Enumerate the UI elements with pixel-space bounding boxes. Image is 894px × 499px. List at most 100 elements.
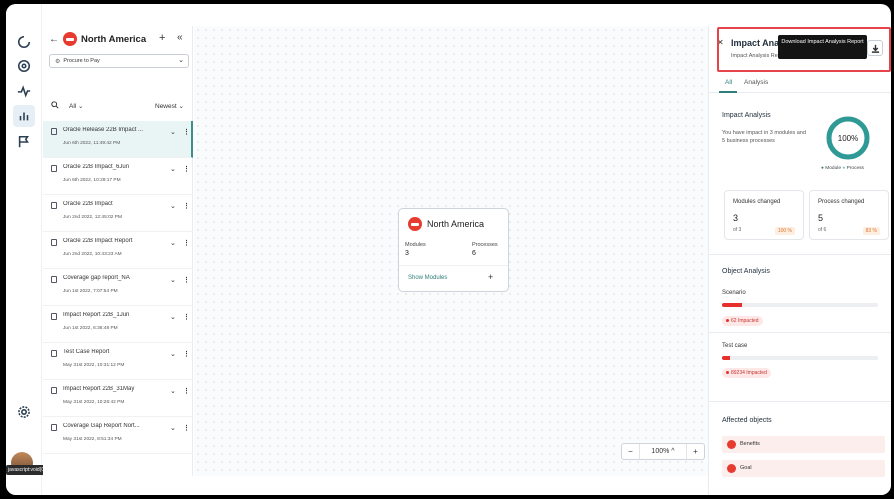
report-doc-icon bbox=[51, 202, 57, 209]
object-analysis-title: Object Analysis bbox=[722, 268, 770, 275]
tab-all[interactable]: All bbox=[725, 79, 732, 86]
flag-icon[interactable] bbox=[13, 131, 35, 153]
node-title: North America bbox=[427, 219, 485, 229]
more-options-icon[interactable]: ⋮ bbox=[183, 128, 190, 136]
testcase-bar-fill bbox=[722, 356, 730, 360]
report-list-item[interactable]: Coverage Gap Report Nort... May 31st 2022… bbox=[43, 417, 193, 454]
divider bbox=[709, 401, 891, 402]
more-options-icon[interactable]: ⋮ bbox=[183, 424, 190, 432]
report-doc-icon bbox=[51, 239, 57, 246]
report-date: Jun 6th 2022, 11:49:42 PM bbox=[63, 141, 121, 146]
filter-all-label: All bbox=[69, 103, 77, 110]
dashboard-icon[interactable] bbox=[13, 55, 35, 77]
zoom-in-button[interactable]: + bbox=[687, 447, 704, 456]
report-list-item[interactable]: Oracle Release 22B Impact ... Jun 6th 202… bbox=[43, 121, 193, 158]
report-date: Jun 2nd 2022, 10:43:23 AM bbox=[63, 252, 122, 257]
chevron-down-icon[interactable]: ⌄ bbox=[170, 276, 176, 284]
chevron-down-icon: ⌄ bbox=[178, 57, 184, 64]
list-header: ← North America bbox=[43, 26, 193, 52]
app-logo-icon[interactable] bbox=[13, 31, 35, 53]
report-list-item[interactable]: Test Case Report May 31st 2022, 10:31:12 … bbox=[43, 343, 193, 380]
list-title: North America bbox=[81, 33, 147, 45]
report-date: May 31st 2022, 10:31:12 PM bbox=[63, 363, 125, 368]
report-date: May 31st 2022, 8:51:34 PM bbox=[63, 437, 122, 442]
testcase-impacted-badge: 89234 Impacted bbox=[722, 368, 771, 378]
expand-node-plus-icon[interactable]: + bbox=[488, 272, 493, 282]
impact-analysis-panel: ✕ Impact Analysis Impact Analysis Report… bbox=[708, 26, 891, 495]
report-doc-icon bbox=[51, 424, 57, 431]
more-options-icon[interactable]: ⋮ bbox=[183, 350, 190, 358]
report-list-item[interactable]: Impact Report 22B_1Jun Jun 1st 2022, 6:36… bbox=[43, 306, 193, 343]
scenario-bar-fill bbox=[722, 303, 743, 307]
card-value: 3 bbox=[733, 213, 739, 223]
show-modules-link[interactable]: Show Modules bbox=[408, 275, 447, 281]
impact-section-title: Impact Analysis bbox=[722, 112, 771, 119]
legend-process: Process bbox=[846, 166, 864, 171]
more-options-icon[interactable]: ⋮ bbox=[183, 313, 190, 321]
report-list-panel: ← North America + « ⚙ Procure to Pay ⌄ A… bbox=[43, 26, 193, 476]
card-label: Modules changed bbox=[733, 199, 781, 205]
chevron-down-icon[interactable]: ⌄ bbox=[170, 387, 176, 395]
add-report-plus-icon[interactable]: + bbox=[159, 32, 165, 44]
reports-icon[interactable] bbox=[13, 105, 35, 127]
testcase-badge-text: 89234 Impacted bbox=[731, 370, 767, 376]
zoom-out-button[interactable]: − bbox=[622, 447, 639, 456]
left-rail: javascript:void(0) bbox=[6, 4, 48, 495]
report-list-item[interactable]: Oracle 22B Impact_6Jun Jun 6th 2022, 10:2… bbox=[43, 158, 193, 195]
user-tag: javascript:void(0) bbox=[6, 465, 48, 475]
chevron-down-icon[interactable]: ⌄ bbox=[170, 313, 176, 321]
processes-value: 6 bbox=[472, 250, 476, 257]
back-arrow-icon[interactable]: ← bbox=[49, 34, 59, 45]
more-options-icon[interactable]: ⋮ bbox=[183, 387, 190, 395]
affected-object-label: Benefits bbox=[740, 441, 760, 447]
report-name: Coverage Gap Report Nort... bbox=[63, 423, 140, 429]
report-date: May 31st 2022, 10:26:42 PM bbox=[63, 400, 125, 405]
chevron-down-icon[interactable]: ⌄ bbox=[170, 424, 176, 432]
active-tab-underline bbox=[719, 91, 737, 93]
report-list-item[interactable]: Oracle 22B Impact Report Jun 2nd 2022, 10… bbox=[43, 232, 193, 269]
filter-all-dropdown[interactable]: All ⌄ bbox=[69, 102, 84, 110]
chevron-down-icon[interactable]: ⌄ bbox=[170, 239, 176, 247]
report-list-item[interactable]: Coverage gap report_NA Jun 1st 2022, 7:07… bbox=[43, 269, 193, 306]
affected-object-item[interactable]: Benefits bbox=[722, 436, 885, 453]
tab-analysis[interactable]: Analysis bbox=[744, 79, 768, 86]
chevron-down-icon[interactable]: ⌄ bbox=[170, 128, 176, 136]
processes-label: Processes bbox=[472, 242, 498, 248]
collapse-panel-icon[interactable]: « bbox=[177, 32, 183, 43]
modules-changed-card: Modules changed 3 of 3 100 % bbox=[724, 190, 804, 240]
chevron-down-icon[interactable]: ⌄ bbox=[170, 350, 176, 358]
region-node[interactable]: North America Modules 3 Processes 6 Show… bbox=[398, 208, 509, 292]
scenario-label: Scenario bbox=[722, 290, 746, 296]
process-changed-card: Process changed 5 of 6 83 % bbox=[809, 190, 889, 240]
activity-icon[interactable] bbox=[13, 80, 35, 102]
report-list: Oracle Release 22B Impact ... Jun 6th 202… bbox=[43, 121, 193, 454]
filter-row: All ⌄ Newest ⌄ bbox=[43, 98, 193, 114]
report-doc-icon bbox=[51, 128, 57, 135]
settings-gear-icon[interactable] bbox=[13, 401, 35, 423]
modules-label: Modules bbox=[405, 242, 426, 248]
zoom-value: 100% bbox=[651, 448, 670, 455]
more-options-icon[interactable]: ⋮ bbox=[183, 165, 190, 173]
report-date: Jun 2nd 2022, 12:45:02 PM bbox=[63, 215, 122, 220]
report-list-item[interactable]: Impact Report 22B_31May May 31st 2022, 10… bbox=[43, 380, 193, 417]
report-list-item[interactable]: Oracle 22B Impact Jun 2nd 2022, 12:45:02 … bbox=[43, 195, 193, 232]
report-doc-icon bbox=[51, 387, 57, 394]
zoom-level[interactable]: 100% ^ bbox=[639, 444, 687, 459]
search-icon[interactable] bbox=[51, 101, 59, 109]
affected-object-item[interactable]: Goal bbox=[722, 460, 885, 477]
process-dropdown[interactable]: ⚙ Procure to Pay ⌄ bbox=[49, 54, 189, 68]
impact-description: You have impact in 3 modules and 5 busin… bbox=[722, 130, 806, 144]
chevron-down-icon[interactable]: ⌄ bbox=[170, 165, 176, 173]
org-logo-icon bbox=[63, 32, 77, 46]
more-options-icon[interactable]: ⋮ bbox=[183, 202, 190, 210]
report-date: Jun 1st 2022, 6:36:48 PM bbox=[63, 326, 118, 331]
report-name: Test Case Report bbox=[63, 349, 110, 355]
diagram-canvas[interactable]: North America Modules 3 Processes 6 Show… bbox=[194, 26, 708, 476]
more-options-icon[interactable]: ⋮ bbox=[183, 239, 190, 247]
card-percent: 83 % bbox=[862, 227, 880, 235]
report-name: Oracle 22B Impact bbox=[63, 201, 113, 207]
process-glyph-icon: ⚙ bbox=[55, 58, 61, 65]
sort-dropdown[interactable]: Newest ⌄ bbox=[155, 102, 184, 110]
more-options-icon[interactable]: ⋮ bbox=[183, 276, 190, 284]
chevron-down-icon[interactable]: ⌄ bbox=[170, 202, 176, 210]
